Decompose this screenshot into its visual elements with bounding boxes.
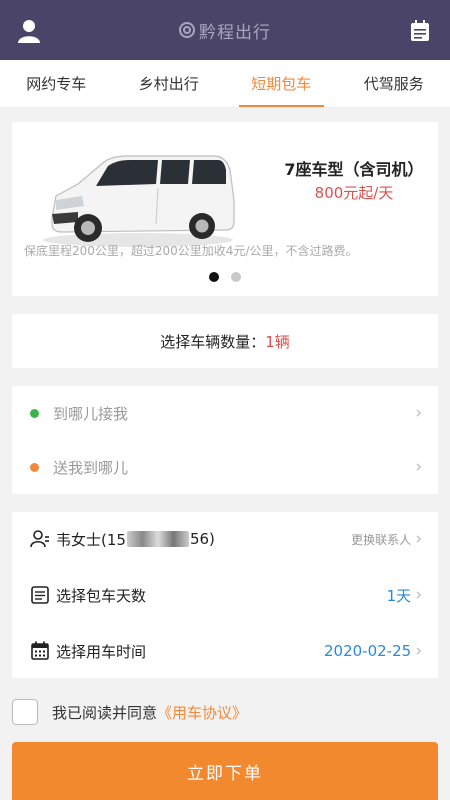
calendar-list-icon[interactable]: [410, 20, 430, 42]
masked-phone: [126, 531, 189, 547]
dropoff-dot-icon: [30, 462, 39, 472]
pickup-dot-icon: [30, 408, 39, 418]
order-now-button[interactable]: 立即下单: [12, 742, 438, 800]
app-title: 黔程出行: [179, 18, 271, 43]
charter-days-text: 选择包车天数: [56, 586, 147, 605]
carousel-indicator: [12, 272, 438, 282]
agreement-checkbox[interactable]: [12, 699, 38, 725]
car-pricing-note: 保底里程200公里，超过200公里加收4元/公里，不含过路费。: [24, 244, 358, 258]
charter-days-value: 1天: [386, 586, 412, 605]
charter-days-row[interactable]: 选择包车天数 1天 ›: [12, 568, 438, 622]
carousel-dot[interactable]: [231, 272, 241, 282]
tab-designated-driver[interactable]: 代驾服务: [338, 60, 450, 107]
charter-days-label: 选择包车天数: [30, 585, 387, 606]
use-time-value: 2020-02-25: [324, 642, 412, 660]
user-icon[interactable]: [18, 19, 40, 43]
agreement-row: 我已阅读并同意 《用车协议》: [12, 698, 247, 726]
calendar-icon: [31, 641, 49, 660]
dropoff-location-row[interactable]: 送我到哪儿 ›: [12, 440, 438, 494]
contact-row[interactable]: 韦女士(15 56) 更换联系人 ›: [12, 512, 438, 566]
dropoff-placeholder: 送我到哪儿: [53, 458, 129, 477]
chevron-right-icon: ›: [415, 641, 422, 661]
pickup-placeholder: 到哪儿接我: [53, 404, 129, 423]
vehicle-quantity-selector[interactable]: 选择车辆数量： 1辆: [12, 314, 438, 368]
address-card: 到哪儿接我 › 送我到哪儿 ›: [12, 386, 438, 494]
carousel-dot-active[interactable]: [209, 272, 219, 282]
chevron-right-icon: ›: [415, 585, 422, 605]
quantity-value: 1辆: [265, 332, 290, 351]
car-type-name: 7座车型（含司机）: [284, 160, 424, 179]
use-time-row[interactable]: 选择用车时间 2020-02-25 ›: [12, 624, 438, 678]
car-price: 800元起/天: [314, 184, 394, 202]
booking-details-card: 韦女士(15 56) 更换联系人 › 选择包车天数 1天 › 选择用车时间 20…: [12, 512, 438, 678]
tab-ride-hailing[interactable]: 网约专车: [0, 60, 113, 107]
swirl-logo-icon: [179, 22, 195, 38]
service-tabs: 网约专车 乡村出行 短期包车 代驾服务: [0, 60, 450, 108]
tab-rural-travel[interactable]: 乡村出行: [113, 60, 226, 107]
quantity-label: 选择车辆数量：: [160, 332, 266, 351]
minivan-image: [43, 155, 235, 247]
days-list-icon: [31, 586, 49, 604]
contact-label: 韦女士(15 56): [30, 529, 351, 550]
contact-name-suffix: 56): [189, 530, 215, 548]
app-title-text: 黔程出行: [199, 22, 271, 43]
contact-person-icon: [30, 530, 49, 548]
use-time-text: 选择用车时间: [56, 642, 147, 661]
pickup-location-row[interactable]: 到哪儿接我 ›: [12, 386, 438, 440]
use-time-label: 选择用车时间: [30, 641, 324, 662]
tab-short-charter[interactable]: 短期包车: [225, 60, 338, 107]
contact-name-prefix: 韦女士(15: [56, 530, 126, 549]
agreement-text: 我已阅读并同意: [52, 703, 158, 722]
top-bar: 黔程出行: [0, 0, 450, 60]
agreement-link[interactable]: 《用车协议》: [157, 702, 247, 723]
car-type-card[interactable]: 7座车型（含司机） 800元起/天 保底里程200公里，超过200公里加收4元/…: [12, 122, 438, 296]
chevron-right-icon: ›: [415, 403, 422, 423]
chevron-right-icon: ›: [415, 529, 422, 549]
chevron-right-icon: ›: [415, 457, 422, 477]
change-contact-link[interactable]: 更换联系人: [351, 531, 411, 548]
